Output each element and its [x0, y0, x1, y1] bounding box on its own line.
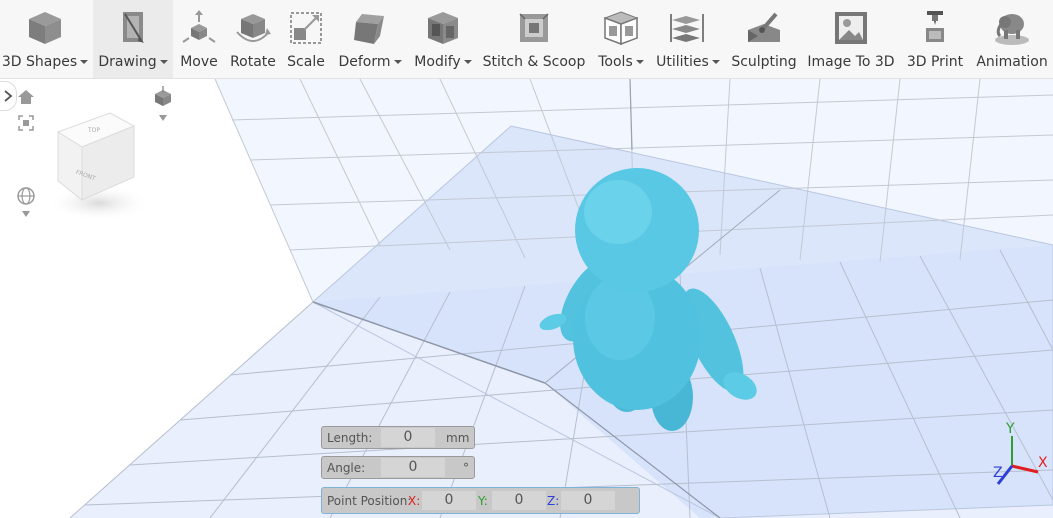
axis-z-label: Z	[993, 465, 1003, 481]
x-coordinate-input[interactable]: 0	[422, 491, 476, 510]
y-coordinate-label: Y:	[478, 494, 488, 508]
tool-tools[interactable]: Tools	[592, 0, 650, 78]
point-position-label: Point Position:	[327, 494, 412, 508]
z-coordinate-label: Z:	[547, 494, 560, 508]
rotate-cube-icon	[233, 8, 273, 48]
tool-utilities[interactable]: Utilities	[654, 0, 722, 78]
sculpting-tool-icon	[744, 8, 784, 48]
tool-3d-shapes[interactable]: 3D Shapes	[0, 0, 90, 78]
scene-canvas[interactable]	[0, 79, 1053, 518]
length-unit: mm	[446, 431, 470, 445]
point-position-field: Point Position: X: 0 Y: 0 Z: 0	[321, 487, 640, 514]
chevron-down-icon	[80, 60, 89, 64]
drawing-pen-icon	[113, 8, 153, 48]
3d-viewport[interactable]: TOP FRONT Y X Z Length: 0 mm Angle: 0 ° …	[0, 79, 1053, 518]
cube-icon	[25, 8, 65, 48]
tool-3d-print[interactable]: 3D Print	[903, 0, 967, 78]
length-label: Length:	[327, 431, 373, 445]
tool-sculpting[interactable]: Sculpting	[729, 0, 799, 78]
image-to-3d-icon	[831, 8, 871, 48]
tool-label: 3D Print	[906, 54, 964, 70]
display-mode-button[interactable]	[14, 185, 38, 207]
tool-label: Rotate	[230, 54, 276, 70]
view-cube-top-label: TOP	[87, 127, 100, 134]
tool-label: Scale	[287, 54, 325, 70]
fit-view-button[interactable]	[16, 113, 36, 133]
tool-label: Deform	[338, 54, 391, 70]
y-coordinate-input[interactable]: 0	[492, 491, 546, 510]
tool-move[interactable]: Move	[175, 0, 223, 78]
tool-label: Move	[180, 54, 218, 70]
chevron-down-icon	[635, 60, 644, 64]
length-field: Length: 0 mm	[321, 426, 475, 449]
angle-unit: °	[463, 461, 469, 475]
globe-icon	[17, 187, 35, 205]
angle-input[interactable]: 0	[381, 458, 445, 477]
projection-button[interactable]	[150, 85, 176, 109]
tool-scale[interactable]: Scale	[283, 0, 329, 78]
chevron-down-icon	[159, 60, 168, 64]
scale-box-icon	[286, 8, 326, 48]
tool-label: Image To 3D	[807, 54, 895, 70]
tool-label: Tools	[598, 54, 633, 70]
x-coordinate-label: X:	[408, 494, 421, 508]
home-icon	[18, 90, 34, 104]
chevron-down-icon	[22, 211, 30, 217]
tool-label: Drawing	[98, 54, 157, 70]
home-view-button[interactable]	[16, 87, 36, 107]
chevron-down-icon	[159, 115, 167, 121]
modify-box-icon	[423, 8, 463, 48]
z-coordinate-input[interactable]: 0	[561, 491, 615, 510]
angle-label: Angle:	[327, 461, 366, 475]
tool-rotate[interactable]: Rotate	[226, 0, 280, 78]
projection-dropdown[interactable]	[157, 113, 169, 123]
angle-field: Angle: 0 °	[321, 456, 475, 479]
tool-label: Animation	[976, 54, 1048, 70]
display-mode-dropdown[interactable]	[20, 209, 32, 219]
tool-label: Sculpting	[731, 54, 797, 70]
tool-modify[interactable]: Modify	[410, 0, 476, 78]
chevron-right-icon	[4, 90, 13, 102]
tool-deform[interactable]: Deform	[334, 0, 406, 78]
tool-drawing[interactable]: Drawing	[93, 0, 173, 78]
main-toolbar: 3D Shapes Drawing Move Rotate Scale Defo…	[0, 0, 1053, 79]
deform-shape-icon	[350, 8, 390, 48]
view-cube[interactable]: TOP FRONT	[44, 103, 154, 223]
fit-view-icon	[18, 115, 34, 131]
tool-label: Stitch & Scoop	[482, 54, 586, 70]
chevron-down-icon	[711, 60, 720, 64]
projection-cube-icon	[155, 86, 171, 106]
tools-box-icon	[601, 8, 641, 48]
move-arrows-icon	[179, 8, 219, 48]
animation-elephant-icon	[992, 8, 1032, 48]
tool-label: 3D Shapes	[1, 54, 78, 70]
printer-3d-icon	[915, 8, 955, 48]
chevron-down-icon	[393, 60, 402, 64]
length-input[interactable]: 0	[381, 428, 435, 447]
tool-label: Utilities	[656, 54, 709, 70]
chevron-down-icon	[463, 60, 472, 64]
utilities-layers-icon	[668, 8, 708, 48]
tool-stitch-scoop[interactable]: Stitch & Scoop	[482, 0, 586, 78]
axis-y-label: Y	[1006, 421, 1015, 437]
tool-animation[interactable]: Animation	[972, 0, 1052, 78]
tool-image-to-3d[interactable]: Image To 3D	[804, 0, 898, 78]
tool-label: Modify	[414, 54, 461, 70]
axis-x-label: X	[1038, 455, 1048, 471]
stitch-scoop-icon	[514, 8, 554, 48]
